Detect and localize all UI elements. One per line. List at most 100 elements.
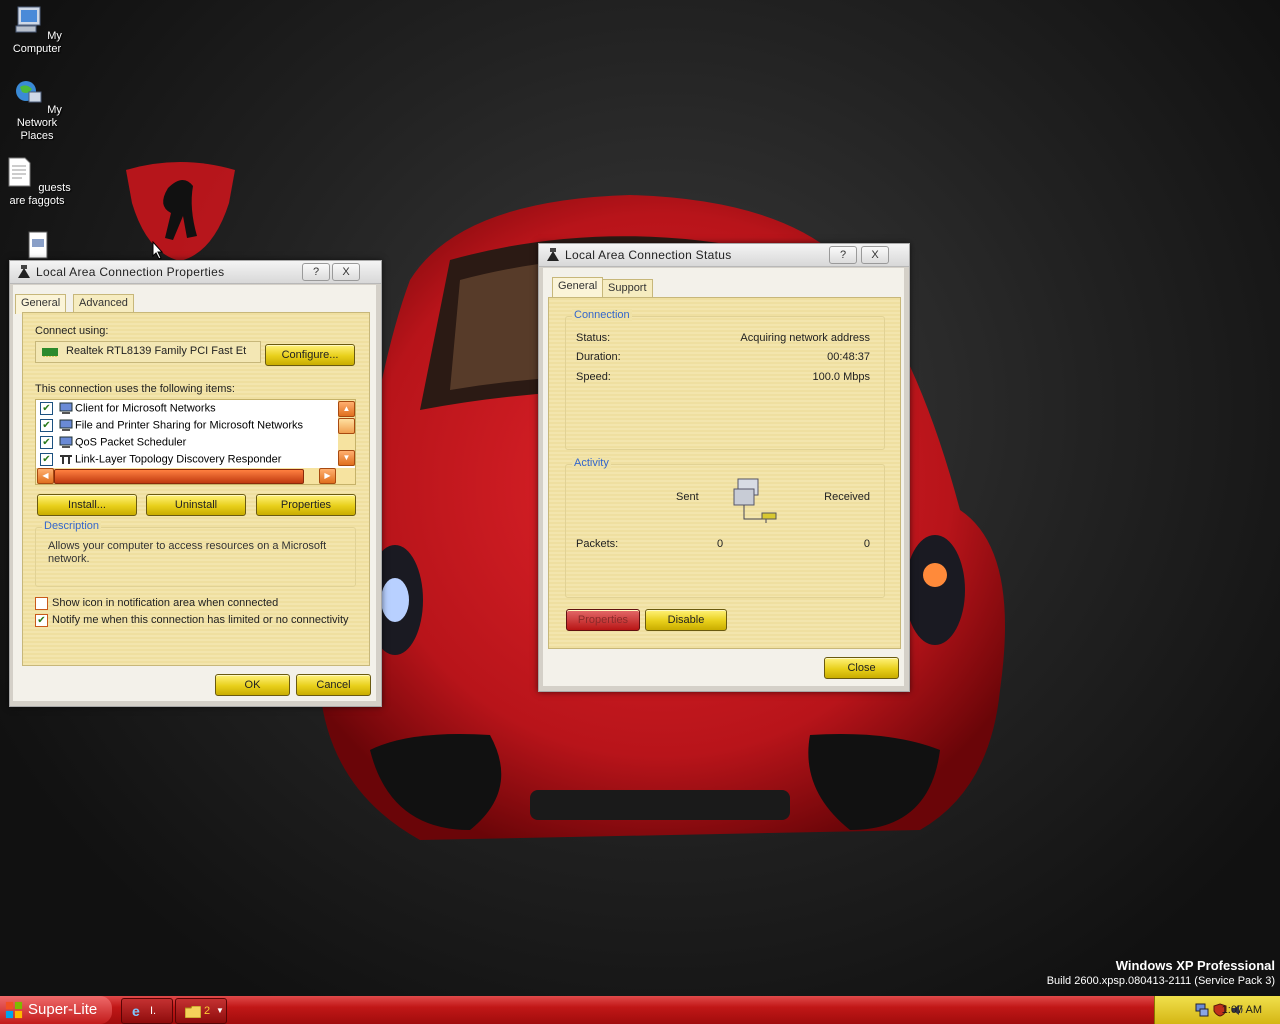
scroll-up-icon[interactable]: ▲ [338, 401, 355, 417]
qos-scheduler-icon [59, 436, 73, 448]
windows-version-watermark: Windows XP Professional Build 2600.xpsp.… [1047, 958, 1275, 987]
notify-label[interactable]: Notify me when this connection has limit… [52, 614, 349, 626]
properties-button[interactable]: Properties [566, 609, 640, 631]
taskbar-item-label: I. [150, 1005, 157, 1017]
network-activity-icon [733, 478, 777, 523]
scroll-down-icon[interactable]: ▼ [338, 450, 355, 466]
close-dialog-button[interactable]: Close [824, 657, 899, 679]
document-icon [28, 231, 48, 259]
adapter-field: Realtek RTL8139 Family PCI Fast Et [35, 341, 261, 363]
desktop-icon-my-network-places[interactable]: My Network Places [2, 78, 72, 143]
item-checkbox[interactable]: ✔ [40, 419, 53, 432]
clock[interactable]: 1:07 AM [1222, 996, 1262, 1024]
item-label: Client for Microsoft Networks [75, 402, 216, 415]
network-connection-icon [18, 265, 30, 278]
connection-title: Connection [572, 309, 632, 321]
sent-label: Sent [676, 491, 699, 503]
activity-group: Activity Sent Received Packets: 0 0 [565, 457, 885, 598]
start-button[interactable]: Super-Lite [0, 996, 112, 1024]
uninstall-button[interactable]: Uninstall [146, 494, 246, 516]
start-label: Super-Lite [28, 1001, 98, 1018]
items-label: This connection uses the following items… [35, 383, 235, 395]
tab-general[interactable]: General [15, 294, 67, 314]
scroll-right-icon[interactable]: ▶ [319, 468, 336, 484]
disable-button[interactable]: Disable [645, 609, 727, 631]
show-icon-option[interactable]: Show icon in notification area when conn… [35, 597, 278, 610]
title-bar[interactable]: Local Area Connection Status ? X [539, 244, 909, 267]
title-bar[interactable]: Local Area Connection Properties ? X [10, 261, 381, 284]
description-group: Description Allows your computer to acce… [35, 520, 356, 587]
horizontal-scrollbar[interactable]: ◀ ▶ [36, 468, 355, 484]
item-label: Link-Layer Topology Discovery Responder [75, 453, 282, 466]
list-item[interactable]: ✔ Link-Layer Topology Discovery Responder [40, 453, 281, 469]
notify-option[interactable]: ✔ Notify me when this connection has lim… [35, 614, 349, 627]
install-button[interactable]: Install... [37, 494, 137, 516]
cancel-button[interactable]: Cancel [296, 674, 371, 696]
tab-general[interactable]: General [552, 277, 604, 297]
window-body: General Support Connection Status: Acqui… [543, 268, 904, 686]
window-title: Local Area Connection Status [565, 248, 732, 262]
system-tray: 1:07 AM [1154, 996, 1280, 1024]
packets-received-value: 0 [863, 538, 870, 550]
duration-label: Duration: [576, 351, 621, 363]
network-tray-icon[interactable] [1195, 1003, 1209, 1017]
status-label: Status: [576, 332, 611, 344]
taskbar-item-explorer-group[interactable]: 2 ▼ [175, 998, 227, 1024]
properties-button[interactable]: Properties [256, 494, 356, 516]
speed-label: Speed: [576, 371, 611, 383]
ferrari-logo [126, 162, 235, 261]
item-label: File and Printer Sharing for Microsoft N… [75, 419, 304, 432]
received-label: Received [824, 491, 870, 503]
mouse-cursor-icon [152, 241, 164, 260]
close-button[interactable]: X [861, 246, 889, 264]
connection-properties-window: Local Area Connection Properties ? X Gen… [9, 260, 382, 707]
packets-sent-value: 0 [717, 538, 724, 550]
close-button[interactable]: X [332, 263, 360, 281]
text-file-icon [8, 157, 31, 187]
packets-label: Packets: [576, 538, 619, 550]
help-button[interactable]: ? [302, 263, 330, 281]
tab-page: Connect using: Realtek RTL8139 Family PC… [22, 312, 370, 666]
taskbar: Super-Lite e I. 2 ▼ 1:07 AM [0, 996, 1280, 1024]
connect-using-label: Connect using: [35, 325, 109, 337]
scroll-left-icon[interactable]: ◀ [37, 468, 54, 484]
internet-explorer-icon: e [132, 1003, 140, 1019]
taskbar-item-browser[interactable]: e I. [121, 998, 173, 1024]
description-title: Description [42, 520, 102, 532]
adapter-name: Realtek RTL8139 Family PCI Fast Et [66, 345, 247, 357]
status-value: Acquiring network address [740, 332, 870, 344]
client-network-icon [59, 402, 73, 414]
description-text: Allows your computer to access resources… [48, 540, 327, 565]
folder-icon [185, 1006, 201, 1018]
connection-group: Connection Status: Acquiring network add… [565, 309, 885, 450]
tab-advanced[interactable]: Advanced [73, 294, 134, 312]
list-item[interactable]: ✔ File and Printer Sharing for Microsoft … [40, 419, 303, 435]
network-adapter-icon [42, 348, 58, 357]
window-body: General Advanced Connect using: Realtek … [13, 285, 376, 701]
help-button[interactable]: ? [829, 246, 857, 264]
build-info: Build 2600.xpsp.080413-2111 (Service Pac… [1046, 975, 1275, 987]
horizontal-scroll-thumb[interactable] [54, 469, 304, 484]
os-name: Windows XP Professional [1115, 958, 1275, 973]
list-item[interactable]: ✔ Client for Microsoft Networks [40, 402, 216, 418]
list-item[interactable]: ✔ QoS Packet Scheduler [40, 436, 186, 452]
topology-responder-icon [60, 455, 72, 464]
notify-checkbox[interactable]: ✔ [35, 614, 48, 627]
item-checkbox[interactable]: ✔ [40, 453, 53, 466]
duration-value: 00:48:37 [827, 351, 870, 363]
scroll-thumb[interactable] [338, 418, 355, 434]
chevron-down-icon: ▼ [216, 1006, 224, 1015]
item-checkbox[interactable]: ✔ [40, 402, 53, 415]
show-icon-checkbox[interactable] [35, 597, 48, 610]
windows-flag-icon [5, 1001, 23, 1019]
ok-button[interactable]: OK [215, 674, 290, 696]
show-icon-label[interactable]: Show icon in notification area when conn… [52, 597, 278, 609]
tab-support[interactable]: Support [602, 279, 653, 297]
desktop-icon-text-file[interactable]: guests are faggots [2, 156, 72, 208]
components-list[interactable]: ✔ Client for Microsoft Networks ✔ File and… [35, 399, 356, 485]
configure-button[interactable]: Configure... [265, 344, 355, 366]
speed-value: 100.0 Mbps [812, 371, 870, 383]
item-checkbox[interactable]: ✔ [40, 436, 53, 449]
desktop-icon-my-computer[interactable]: My Computer [2, 4, 72, 56]
vertical-scrollbar[interactable]: ▲ ▼ [338, 400, 355, 466]
